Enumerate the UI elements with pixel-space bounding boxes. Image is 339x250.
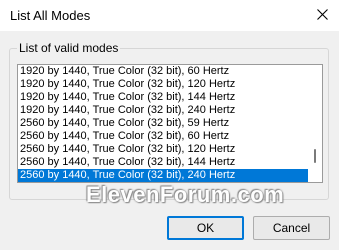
list-item[interactable]: 1920 by 1440, True Color (32 bit), 240 H… <box>18 104 308 117</box>
list-item[interactable]: 2560 by 1440, True Color (32 bit), 59 He… <box>18 117 308 130</box>
list-item[interactable]: 1920 by 1440, True Color (32 bit), 144 H… <box>18 91 308 104</box>
list-all-modes-dialog: List All Modes List of valid modes 1920 … <box>0 0 339 250</box>
list-item[interactable]: 1920 by 1440, True Color (32 bit), 120 H… <box>18 78 308 91</box>
modes-list: 1920 by 1440, True Color (32 bit), 60 He… <box>18 65 308 182</box>
modes-listbox[interactable]: 1920 by 1440, True Color (32 bit), 60 He… <box>17 64 323 183</box>
list-item[interactable]: 2560 by 1440, True Color (32 bit), 120 H… <box>18 143 308 156</box>
list-item[interactable]: 2560 by 1440, True Color (32 bit), 144 H… <box>18 156 308 169</box>
title-bar[interactable]: List All Modes <box>0 0 339 31</box>
scroll-thumb[interactable] <box>314 149 316 163</box>
cancel-button[interactable]: Cancel <box>253 216 330 240</box>
ok-button[interactable]: OK <box>167 216 244 240</box>
list-item[interactable]: 2560 by 1440, True Color (32 bit), 240 H… <box>18 169 308 182</box>
watermark-text: ElevenForum.com <box>86 182 285 207</box>
window-title: List All Modes <box>10 8 91 23</box>
close-icon <box>317 7 328 25</box>
list-item[interactable]: 1920 by 1440, True Color (32 bit), 60 He… <box>18 65 308 78</box>
list-item[interactable]: 2560 by 1440, True Color (32 bit), 60 He… <box>18 130 308 143</box>
vertical-scrollbar[interactable] <box>308 65 322 182</box>
close-button[interactable] <box>306 0 339 31</box>
group-label: List of valid modes <box>17 41 121 55</box>
